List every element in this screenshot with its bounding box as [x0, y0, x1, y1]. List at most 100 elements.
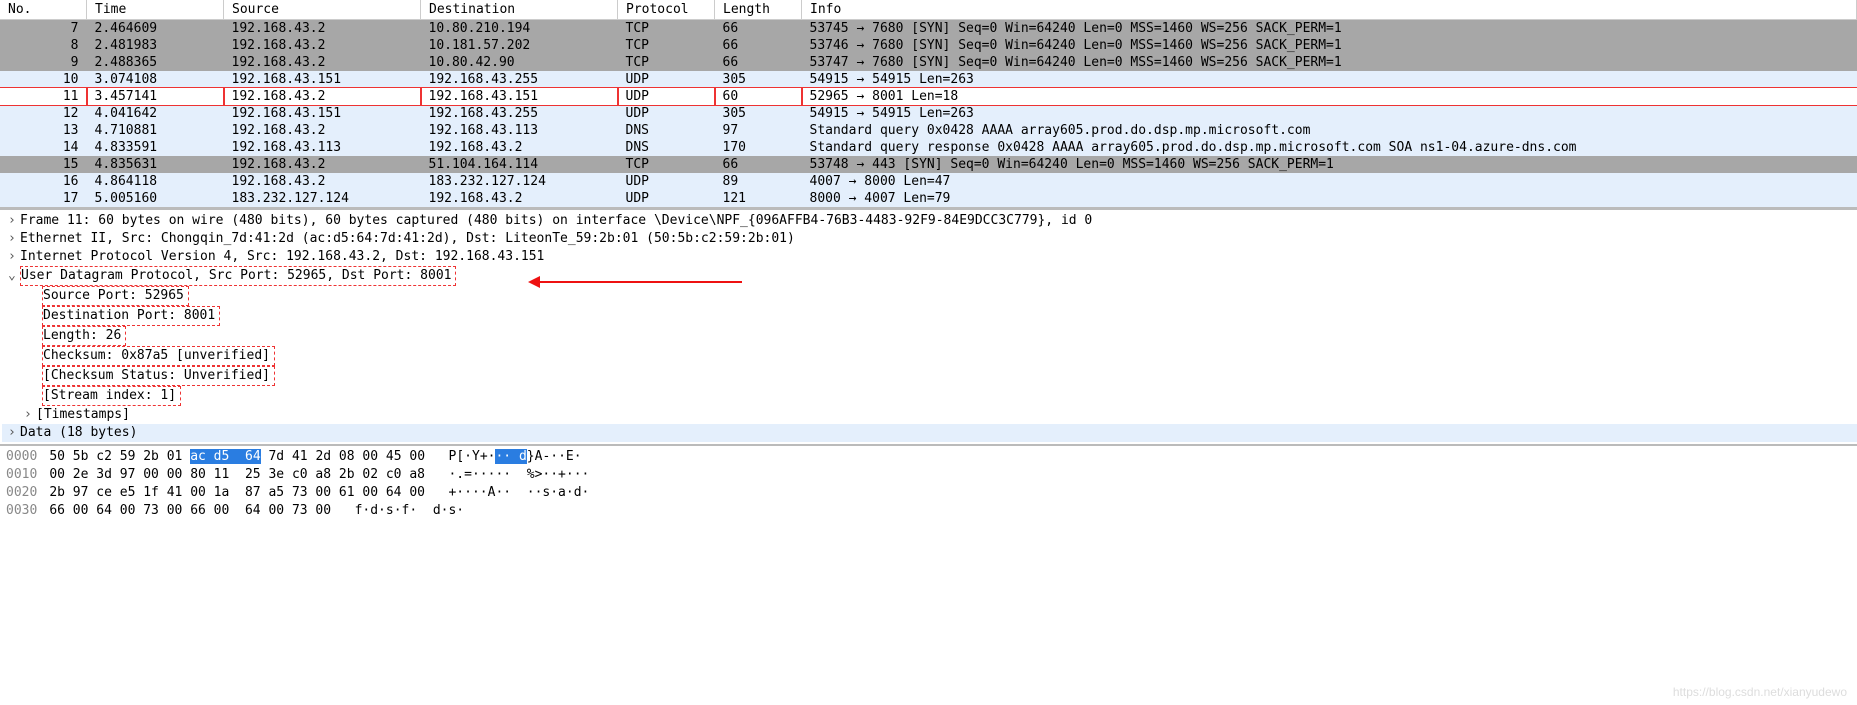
detail-frame[interactable]: ›Frame 11: 60 bytes on wire (480 bits), …: [2, 212, 1857, 230]
cell: 192.168.43.255: [421, 105, 618, 122]
cell: 66: [715, 20, 802, 38]
hex-line[interactable]: 001000 2e 3d 97 00 00 80 11 25 3e c0 a8 …: [6, 466, 1851, 484]
hex-offset: 0020: [6, 485, 37, 500]
column-header-destination[interactable]: Destination: [421, 0, 618, 20]
packet-row[interactable]: 134.710881192.168.43.2192.168.43.113DNS9…: [0, 122, 1857, 139]
detail-ethernet[interactable]: ›Ethernet II, Src: Chongqin_7d:41:2d (ac…: [2, 230, 1857, 248]
cell: 192.168.43.2: [421, 190, 618, 207]
packet-row[interactable]: 164.864118192.168.43.2183.232.127.124UDP…: [0, 173, 1857, 190]
cell: 66: [715, 156, 802, 173]
cell: 192.168.43.2: [224, 54, 421, 71]
detail-udp-length[interactable]: Length: 26: [2, 326, 1857, 346]
cell: 10.80.210.194: [421, 20, 618, 38]
cell: 53745 → 7680 [SYN] Seq=0 Win=64240 Len=0…: [802, 20, 1857, 38]
detail-udp-dstport[interactable]: Destination Port: 8001: [2, 306, 1857, 326]
cell: 97: [715, 122, 802, 139]
packet-row[interactable]: 154.835631192.168.43.251.104.164.114TCP6…: [0, 156, 1857, 173]
cell: 10.181.57.202: [421, 37, 618, 54]
cell: 10.80.42.90: [421, 54, 618, 71]
packet-row[interactable]: 92.488365192.168.43.210.80.42.90TCP66537…: [0, 54, 1857, 71]
cell: TCP: [618, 20, 715, 38]
cell: 10: [0, 71, 87, 88]
packet-row[interactable]: 175.005160183.232.127.124192.168.43.2UDP…: [0, 190, 1857, 207]
cell: 192.168.43.151: [224, 105, 421, 122]
cell: 5.005160: [87, 190, 224, 207]
detail-udp[interactable]: ⌄User Datagram Protocol, Src Port: 52965…: [2, 266, 1857, 286]
cell: 54915 → 54915 Len=263: [802, 105, 1857, 122]
hex-offset: 0030: [6, 503, 37, 518]
cell: 17: [0, 190, 87, 207]
packet-details-pane[interactable]: ›Frame 11: 60 bytes on wire (480 bits), …: [0, 209, 1857, 446]
detail-udp-stream[interactable]: [Stream index: 1]: [2, 386, 1857, 406]
cell: 53746 → 7680 [SYN] Seq=0 Win=64240 Len=0…: [802, 37, 1857, 54]
cell: 305: [715, 71, 802, 88]
cell: 14: [0, 139, 87, 156]
cell: 51.104.164.114: [421, 156, 618, 173]
cell: UDP: [618, 190, 715, 207]
cell: 9: [0, 54, 87, 71]
cell: 192.168.43.2: [224, 122, 421, 139]
expand-icon[interactable]: ›: [8, 212, 20, 230]
expand-icon[interactable]: ›: [8, 248, 20, 266]
detail-udp-checksum-status[interactable]: [Checksum Status: Unverified]: [2, 366, 1857, 386]
cell: Standard query response 0x0428 AAAA arra…: [802, 139, 1857, 156]
cell: 66: [715, 37, 802, 54]
detail-udp-checksum[interactable]: Checksum: 0x87a5 [unverified]: [2, 346, 1857, 366]
cell: 4.041642: [87, 105, 224, 122]
packet-row[interactable]: 144.833591192.168.43.113192.168.43.2DNS1…: [0, 139, 1857, 156]
expand-icon[interactable]: ›: [24, 406, 36, 424]
cell: 192.168.43.151: [224, 71, 421, 88]
cell: 192.168.43.2: [224, 88, 421, 105]
cell: 183.232.127.124: [224, 190, 421, 207]
cell: 192.168.43.151: [421, 88, 618, 105]
cell: 192.168.43.113: [224, 139, 421, 156]
cell: TCP: [618, 37, 715, 54]
collapse-icon[interactable]: ⌄: [8, 267, 20, 285]
cell: UDP: [618, 173, 715, 190]
column-header-source[interactable]: Source: [224, 0, 421, 20]
hex-line[interactable]: 00202b 97 ce e5 1f 41 00 1a 87 a5 73 00 …: [6, 484, 1851, 502]
packet-row[interactable]: 124.041642192.168.43.151192.168.43.255UD…: [0, 105, 1857, 122]
detail-udp-srcport[interactable]: Source Port: 52965: [2, 286, 1857, 306]
hex-line[interactable]: 000050 5b c2 59 2b 01 ac d5 64 7d 41 2d …: [6, 448, 1851, 466]
packet-row[interactable]: 103.074108192.168.43.151192.168.43.255UD…: [0, 71, 1857, 88]
cell: 2.488365: [87, 54, 224, 71]
cell: 192.168.43.2: [224, 173, 421, 190]
detail-timestamps[interactable]: ›[Timestamps]: [2, 406, 1857, 424]
column-header-length[interactable]: Length: [715, 0, 802, 20]
column-header-protocol[interactable]: Protocol: [618, 0, 715, 20]
cell: 7: [0, 20, 87, 38]
cell: 192.168.43.255: [421, 71, 618, 88]
packet-table[interactable]: No.TimeSourceDestinationProtocolLengthIn…: [0, 0, 1857, 207]
expand-icon[interactable]: ›: [8, 424, 20, 442]
cell: 183.232.127.124: [421, 173, 618, 190]
detail-data[interactable]: ›Data (18 bytes): [2, 424, 1857, 442]
hex-offset: 0010: [6, 467, 37, 482]
cell: 192.168.43.2: [224, 37, 421, 54]
detail-ip[interactable]: ›Internet Protocol Version 4, Src: 192.1…: [2, 248, 1857, 266]
cell: TCP: [618, 156, 715, 173]
cell: 16: [0, 173, 87, 190]
cell: 170: [715, 139, 802, 156]
packet-row[interactable]: 72.464609192.168.43.210.80.210.194TCP665…: [0, 20, 1857, 38]
expand-icon[interactable]: ›: [8, 230, 20, 248]
cell: UDP: [618, 105, 715, 122]
hex-view-pane[interactable]: 000050 5b c2 59 2b 01 ac d5 64 7d 41 2d …: [0, 446, 1857, 540]
column-header-info[interactable]: Info: [802, 0, 1857, 20]
cell: Standard query 0x0428 AAAA array605.prod…: [802, 122, 1857, 139]
cell: DNS: [618, 122, 715, 139]
column-header-time[interactable]: Time: [87, 0, 224, 20]
packet-row[interactable]: 113.457141192.168.43.2192.168.43.151UDP6…: [0, 88, 1857, 105]
cell: 66: [715, 54, 802, 71]
packet-row[interactable]: 82.481983192.168.43.210.181.57.202TCP665…: [0, 37, 1857, 54]
hex-line[interactable]: 003066 00 64 00 73 00 66 00 64 00 73 00 …: [6, 502, 1851, 520]
cell: 4.864118: [87, 173, 224, 190]
cell: UDP: [618, 88, 715, 105]
cell: 121: [715, 190, 802, 207]
packet-list-pane[interactable]: No.TimeSourceDestinationProtocolLengthIn…: [0, 0, 1857, 209]
cell: 13: [0, 122, 87, 139]
cell: 54915 → 54915 Len=263: [802, 71, 1857, 88]
cell: 53748 → 443 [SYN] Seq=0 Win=64240 Len=0 …: [802, 156, 1857, 173]
cell: 53747 → 7680 [SYN] Seq=0 Win=64240 Len=0…: [802, 54, 1857, 71]
column-header-no[interactable]: No.: [0, 0, 87, 20]
